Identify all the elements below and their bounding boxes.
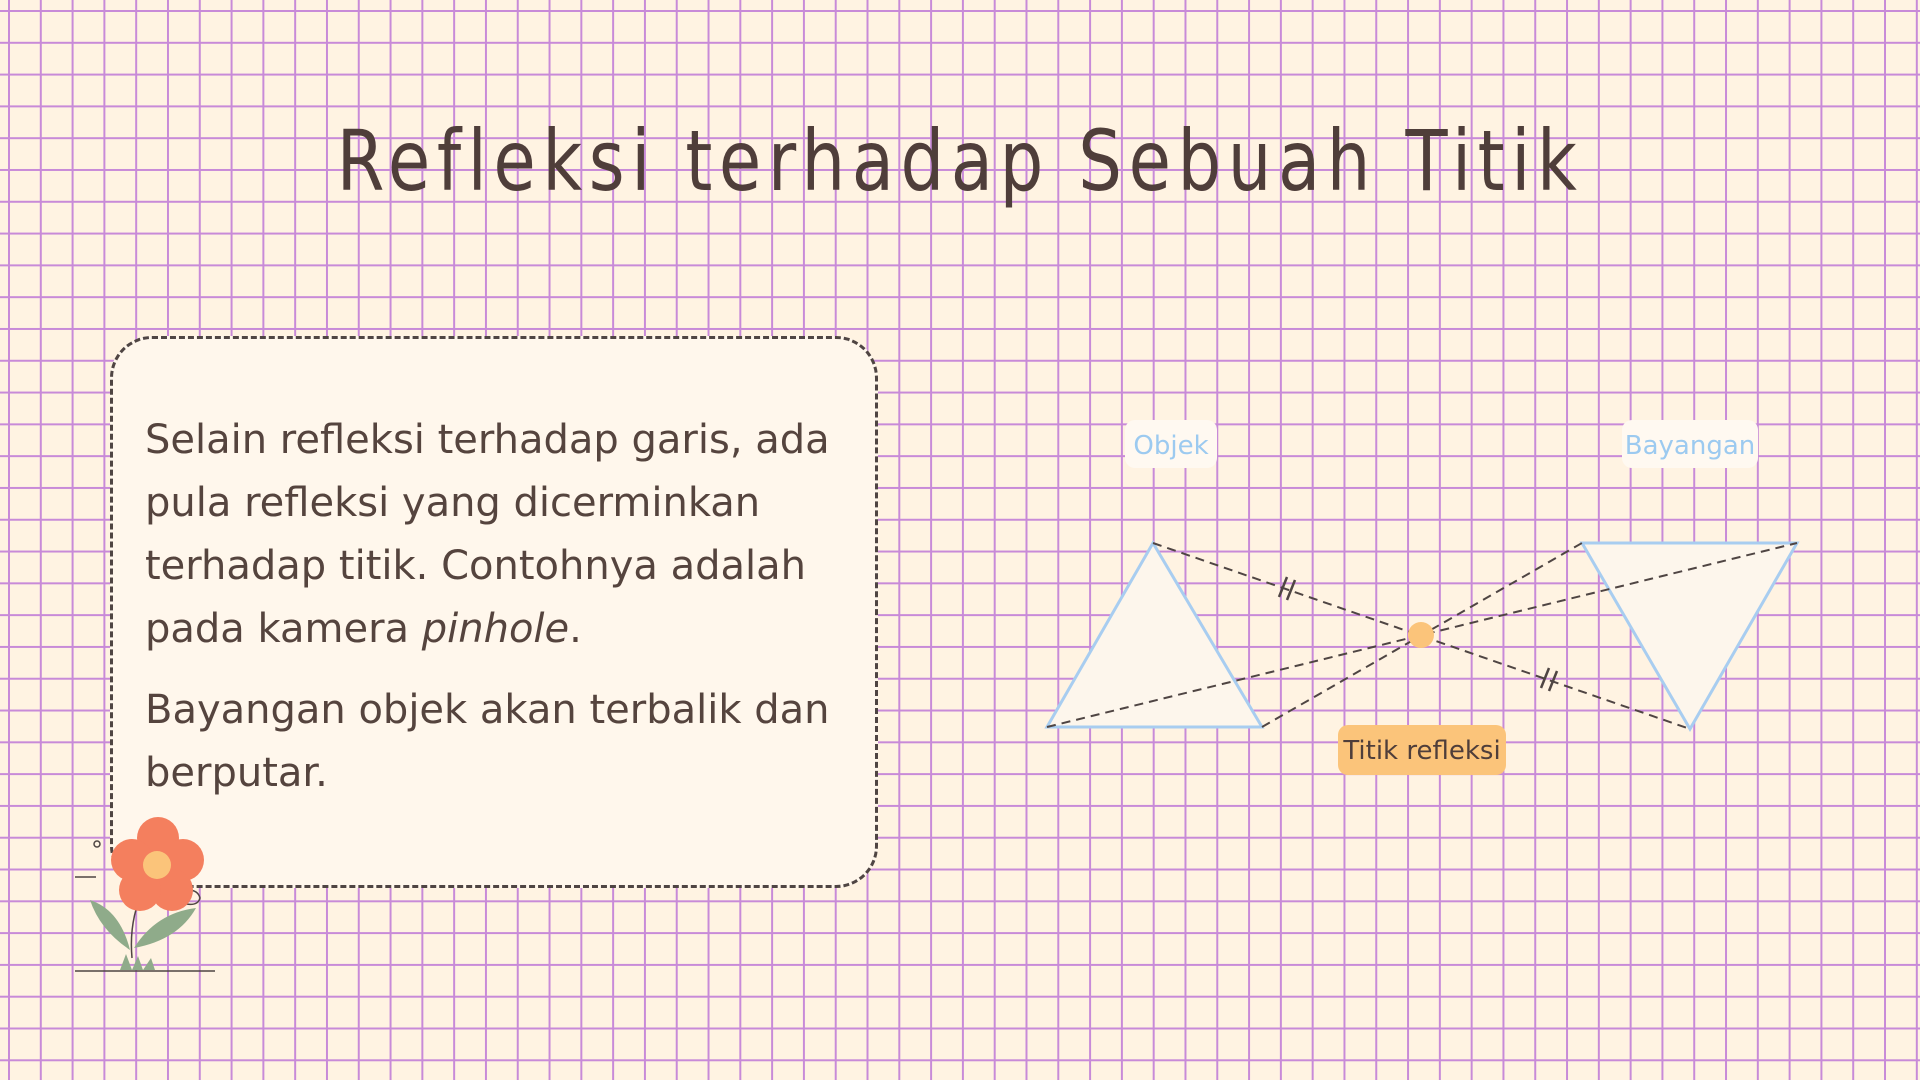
object-label: Objek [1133, 431, 1208, 461]
reflection-point [1408, 622, 1434, 648]
image-triangle [1579, 541, 1800, 732]
image-label: Bayangan [1625, 431, 1755, 461]
flower-decoration [75, 817, 215, 972]
equal-distance-mark-right [1539, 667, 1559, 692]
point-label: Titik refleksi [1342, 736, 1500, 766]
reflection-diagram: Objek Bayangan Titik refleksi [1044, 420, 1800, 775]
